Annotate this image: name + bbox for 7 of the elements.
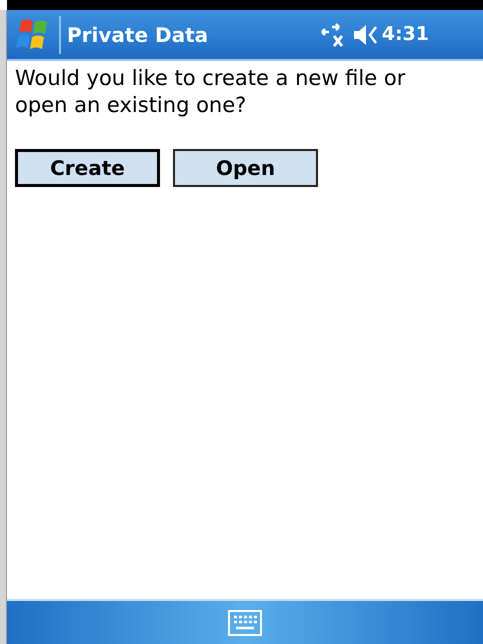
connectivity-icon (320, 22, 346, 48)
dialog-button[interactable]: Create (15, 149, 160, 187)
clock-time: 4:31 (382, 22, 429, 48)
keyboard-icon[interactable] (228, 610, 262, 636)
window-title: Private Data (67, 22, 208, 48)
dialog-button[interactable]: Open (173, 149, 318, 187)
prompt-message: Would you like to create a new file or open an existing one? (15, 65, 406, 119)
